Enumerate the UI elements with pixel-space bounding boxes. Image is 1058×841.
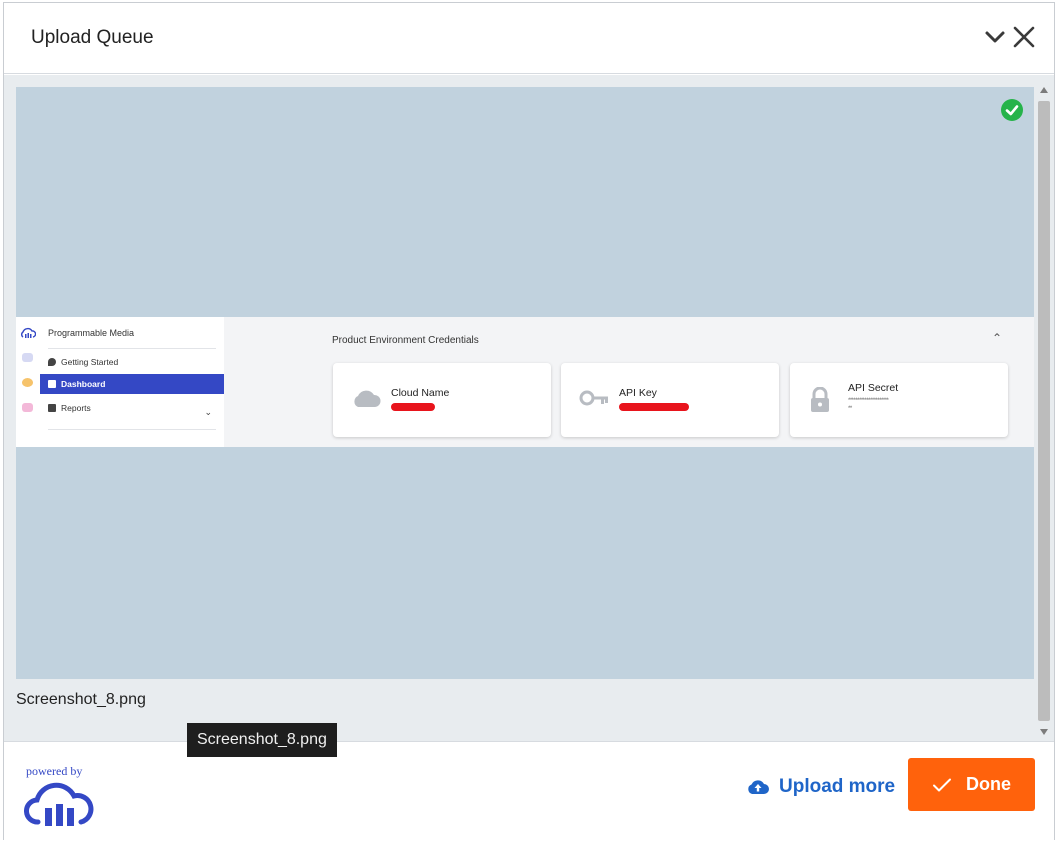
divider xyxy=(48,348,216,349)
upload-list[interactable]: Programmable Media Getting Started Dashb… xyxy=(4,75,1054,741)
credential-card-api-secret: API Secret ********************** ** xyxy=(790,363,1008,437)
masked-secret-value: ********************** xyxy=(848,398,889,404)
redaction-mark xyxy=(619,403,689,411)
rail-dot-icon xyxy=(22,353,33,362)
done-button[interactable]: Done xyxy=(908,758,1035,811)
lock-icon xyxy=(811,387,829,412)
chevron-down-icon xyxy=(985,31,1005,43)
thumbnail-nav-reports: Reports ⌄ xyxy=(40,398,224,418)
powered-by-label: powered by xyxy=(26,764,83,778)
masked-secret: ********************** ** xyxy=(848,397,889,413)
done-label: Done xyxy=(966,774,1011,794)
thumbnail-nav-label: Reports xyxy=(61,403,91,413)
thumbnail-nav-getting-started: Getting Started xyxy=(40,352,224,372)
check-icon xyxy=(1005,105,1019,116)
file-name: Screenshot_8.png xyxy=(16,691,146,708)
credential-label: API Key xyxy=(619,387,657,399)
divider xyxy=(48,429,216,430)
chevron-up-icon: ⌃ xyxy=(992,331,1003,345)
masked-secret-suffix: ** xyxy=(848,406,852,412)
dialog-header: Upload Queue xyxy=(4,3,1054,74)
credential-card-api-key: API Key xyxy=(561,363,779,437)
scroll-up-arrow-icon[interactable] xyxy=(1040,87,1048,93)
upload-queue-dialog: Upload Queue Programmable Media Getting … xyxy=(3,2,1055,841)
thumbnail-brand: Programmable Media xyxy=(48,328,135,338)
thumbnail-nav-label: Getting Started xyxy=(61,357,119,367)
dialog-footer: powered by Upload more Done xyxy=(4,741,1054,841)
thumbnail-sidebar: Programmable Media Getting Started Dashb… xyxy=(16,317,224,447)
key-icon xyxy=(579,390,608,406)
reports-icon xyxy=(48,404,56,412)
rail-dot-icon xyxy=(22,378,33,387)
upload-more-label: Upload more xyxy=(779,776,896,797)
cloud-upload-icon xyxy=(748,780,769,794)
check-icon xyxy=(933,778,951,791)
redaction-mark xyxy=(391,403,435,411)
scrollbar-thumb[interactable] xyxy=(1038,101,1050,721)
cloud-icon xyxy=(354,390,381,407)
thumbnail-nav-label: Dashboard xyxy=(61,379,106,389)
dashboard-icon xyxy=(48,380,56,388)
filename-tooltip: Screenshot_8.png xyxy=(187,723,337,757)
scroll-down-arrow-icon[interactable] xyxy=(1040,729,1048,735)
upload-success-badge xyxy=(1001,99,1023,121)
credential-card-cloud-name: Cloud Name xyxy=(333,363,551,437)
vertical-scrollbar[interactable] xyxy=(1036,83,1052,739)
thumbnail-icon-rail xyxy=(16,317,40,447)
credential-label: Cloud Name xyxy=(391,387,450,399)
cloudinary-mini-logo-icon xyxy=(21,327,36,338)
credential-label: API Secret xyxy=(848,382,899,394)
close-icon xyxy=(1013,26,1035,48)
upload-more-button[interactable]: Upload more xyxy=(747,774,895,800)
thumbnail-nav-dashboard: Dashboard xyxy=(40,374,224,394)
cloudinary-logo-icon[interactable] xyxy=(24,782,94,828)
close-button[interactable] xyxy=(1010,23,1038,51)
collapse-button[interactable] xyxy=(981,23,1009,51)
pin-icon xyxy=(48,358,56,366)
dialog-title: Upload Queue xyxy=(31,27,154,48)
screenshot-thumbnail: Programmable Media Getting Started Dashb… xyxy=(16,317,1034,447)
rail-dot-icon xyxy=(22,403,33,412)
file-preview[interactable]: Programmable Media Getting Started Dashb… xyxy=(16,87,1034,679)
thumbnail-section-title: Product Environment Credentials xyxy=(332,335,479,346)
chevron-down-icon: ⌄ xyxy=(204,407,212,417)
